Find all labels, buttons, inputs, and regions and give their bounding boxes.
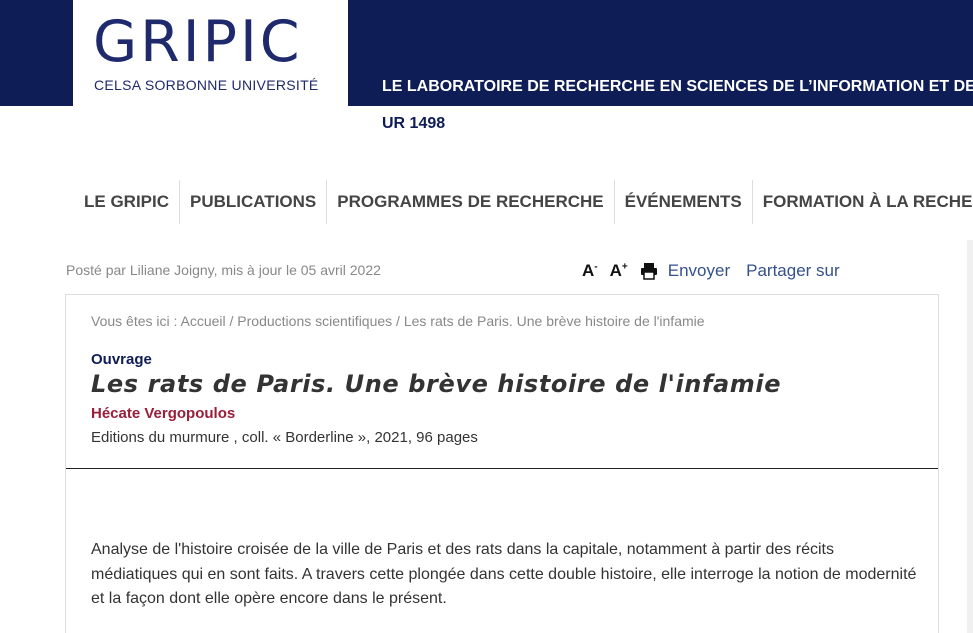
nav-item-programmes[interactable]: PROGRAMMES DE RECHERCHE — [326, 180, 613, 224]
nav-item-le-gripic[interactable]: LE GRIPIC — [74, 180, 179, 224]
main-nav: LE GRIPIC PUBLICATIONS PROGRAMMES DE REC… — [74, 180, 973, 224]
divider — [66, 468, 938, 469]
nav-item-formation[interactable]: FORMATION À LA RECHERCHE — [751, 180, 973, 224]
breadcrumb: Vous êtes ici : Accueil / Productions sc… — [91, 313, 705, 329]
abstract-text: Analyse de l'histoire croisée de la vill… — [91, 541, 917, 607]
header-banner: GRIPIC CELSA SORBONNE UNIVERSITÉ LE LABO… — [0, 0, 973, 106]
decrease-font-letter: A — [582, 261, 595, 280]
increase-font-icon[interactable]: A+ — [610, 261, 628, 281]
scrollbar[interactable] — [967, 240, 973, 633]
increase-font-letter: A — [609, 261, 622, 280]
ur-code: UR 1498 — [382, 115, 446, 132]
logo-text: GRIPIC — [93, 9, 303, 75]
publication-info: Editions du murmure , coll. « Borderline… — [91, 429, 478, 446]
document-type: Ouvrage — [91, 351, 152, 368]
logo-subtitle: CELSA SORBONNE UNIVERSITÉ — [94, 77, 319, 93]
logo[interactable]: GRIPIC CELSA SORBONNE UNIVERSITÉ — [73, 0, 348, 106]
send-link[interactable]: Envoyer — [668, 261, 730, 281]
printer-icon[interactable] — [640, 262, 658, 280]
increase-font-sign: + — [621, 261, 628, 273]
nav-item-evenements[interactable]: ÉVÉNEMENTS — [613, 180, 752, 224]
decrease-font-sign: - — [594, 261, 598, 273]
lab-title: LE LABORATOIRE DE RECHERCHE EN SCIENCES … — [382, 78, 973, 95]
page-tools: A- A+ Envoyer Partager sur — [582, 258, 856, 284]
article-card: Vous êtes ici : Accueil / Productions sc… — [65, 294, 939, 633]
page-title: Les rats de Paris. Une brève histoire de… — [91, 370, 782, 398]
share-link[interactable]: Partager sur — [746, 261, 840, 281]
post-meta: Posté par Liliane Joigny, mis à jour le … — [66, 262, 381, 278]
author-name[interactable]: Hécate Vergopoulos — [91, 405, 235, 422]
decrease-font-icon[interactable]: A- — [582, 261, 598, 281]
nav-item-publications[interactable]: PUBLICATIONS — [179, 180, 326, 224]
